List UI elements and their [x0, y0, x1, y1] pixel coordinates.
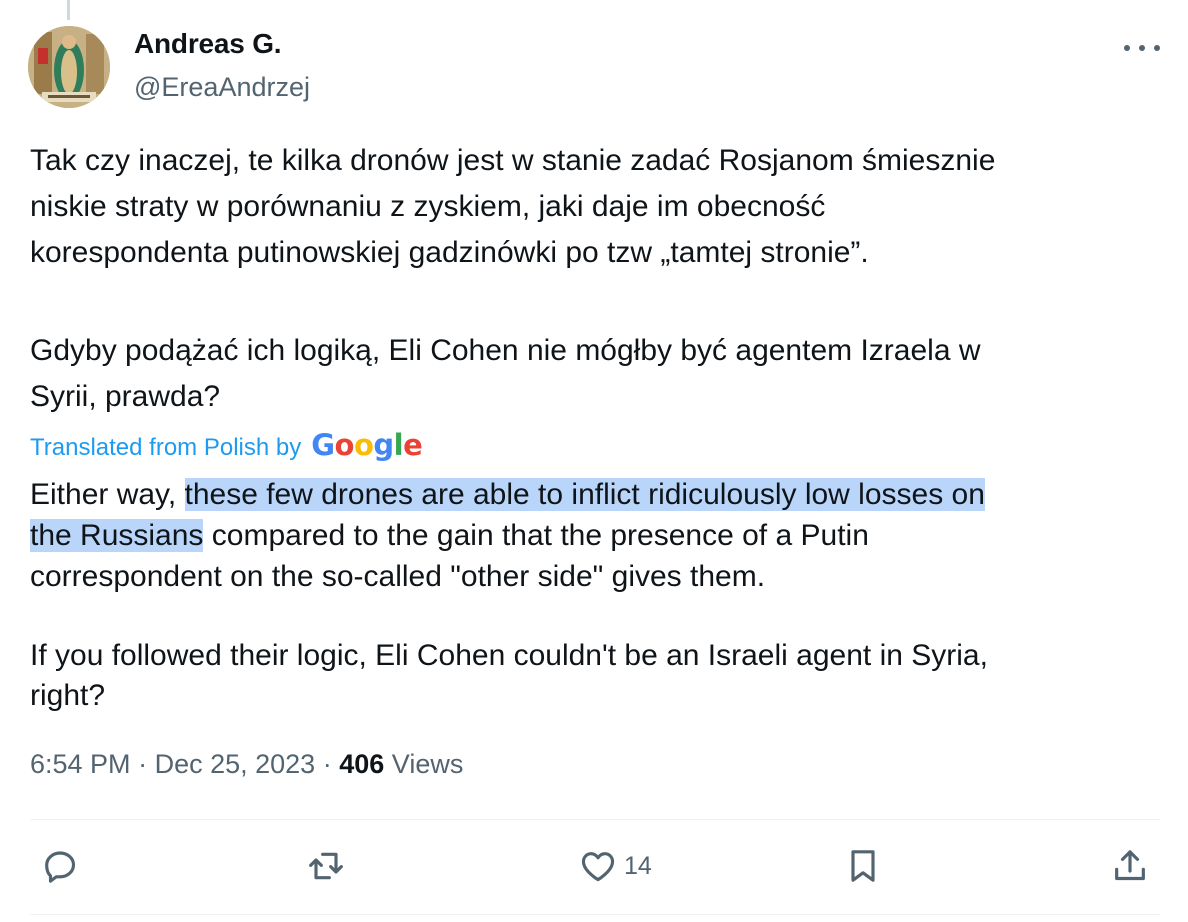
author-handle[interactable]: @EreaAndrzej — [134, 72, 310, 103]
thread-connector-line — [67, 0, 70, 20]
bookmark-button[interactable] — [843, 846, 883, 886]
google-logo: Google — [311, 428, 423, 462]
tweet-original-text-p1: Tak czy inaczej, te kilka dronów jest w … — [30, 144, 996, 269]
like-icon — [581, 852, 615, 882]
action-bar: 14 — [0, 840, 1188, 900]
avatar-image — [28, 26, 110, 108]
divider — [30, 914, 1160, 915]
retweet-icon — [309, 852, 343, 880]
tweet-translation-p1: Either way, these few drones are able to… — [30, 474, 1170, 597]
avatar[interactable] — [28, 26, 110, 108]
more-dot — [1124, 45, 1130, 51]
views-label: Views — [391, 749, 464, 779]
like-count: 14 — [624, 851, 652, 880]
translation-text: compared to the gain that the presence o… — [203, 519, 869, 552]
retweet-button[interactable] — [306, 846, 346, 886]
tweet-date[interactable]: Dec 25, 2023 — [155, 749, 316, 779]
separator-dot: · — [322, 749, 340, 779]
tweet-time[interactable]: 6:54 PM — [30, 749, 131, 779]
more-icon[interactable] — [1124, 38, 1160, 58]
divider — [30, 819, 1160, 820]
tweet-metadata: 6:54 PM · Dec 25, 2023 · 406 Views — [30, 749, 463, 780]
translation-text: Either way, — [30, 478, 185, 511]
like-button[interactable]: 14 — [578, 846, 652, 886]
tweet-original-text-p2: Gdyby podążać ich logiką, Eli Cohen nie … — [30, 334, 981, 413]
more-dot — [1139, 45, 1145, 51]
more-dot — [1154, 45, 1160, 51]
bookmark-icon — [851, 850, 875, 882]
share-icon — [1115, 850, 1145, 881]
translated-label: Translated from Polish by — [30, 434, 302, 461]
translated-from-link[interactable]: Translated from Polish by Google — [30, 428, 423, 462]
selected-text: the Russians — [30, 519, 204, 552]
views-count: 406 — [339, 749, 385, 779]
reply-button[interactable] — [40, 846, 80, 886]
tweet-translation-p2: If you followed their logic, Eli Cohen c… — [30, 639, 988, 712]
author-name[interactable]: Andreas G. — [134, 28, 282, 60]
share-button[interactable] — [1110, 846, 1150, 886]
selected-text: these few drones are able to inflict rid… — [184, 478, 985, 511]
translation-text: correspondent on the so-called "other si… — [30, 560, 766, 593]
reply-icon — [45, 851, 76, 883]
separator-dot: · — [138, 749, 155, 779]
